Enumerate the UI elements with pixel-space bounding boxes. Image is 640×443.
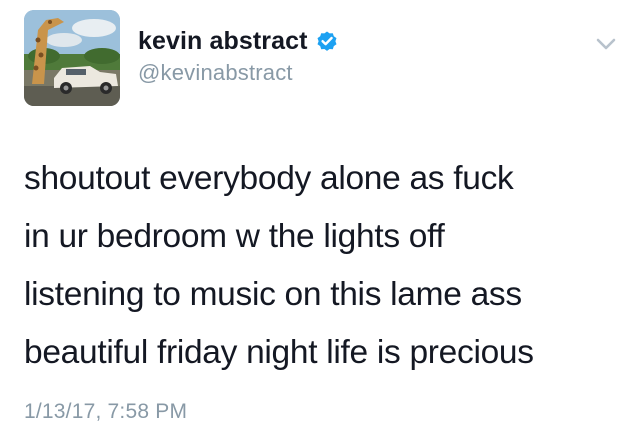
avatar[interactable] — [24, 10, 120, 106]
name-row: kevin abstract — [138, 26, 339, 56]
chevron-down-icon[interactable] — [592, 34, 620, 54]
timestamp[interactable]: 1/13/17, 7:58 PM — [24, 400, 187, 424]
handle[interactable]: @kevinabstract — [138, 60, 339, 86]
author-identity[interactable]: kevin abstract @kevinabstract — [138, 26, 339, 86]
profile-photo-icon — [24, 10, 120, 106]
verified-badge-icon — [315, 29, 339, 53]
tweet-text: shoutout everybody alone as fuck in ur b… — [24, 160, 534, 371]
tweet-card: kevin abstract @kevinabstract shoutout e… — [0, 0, 640, 443]
display-name[interactable]: kevin abstract — [138, 27, 308, 56]
